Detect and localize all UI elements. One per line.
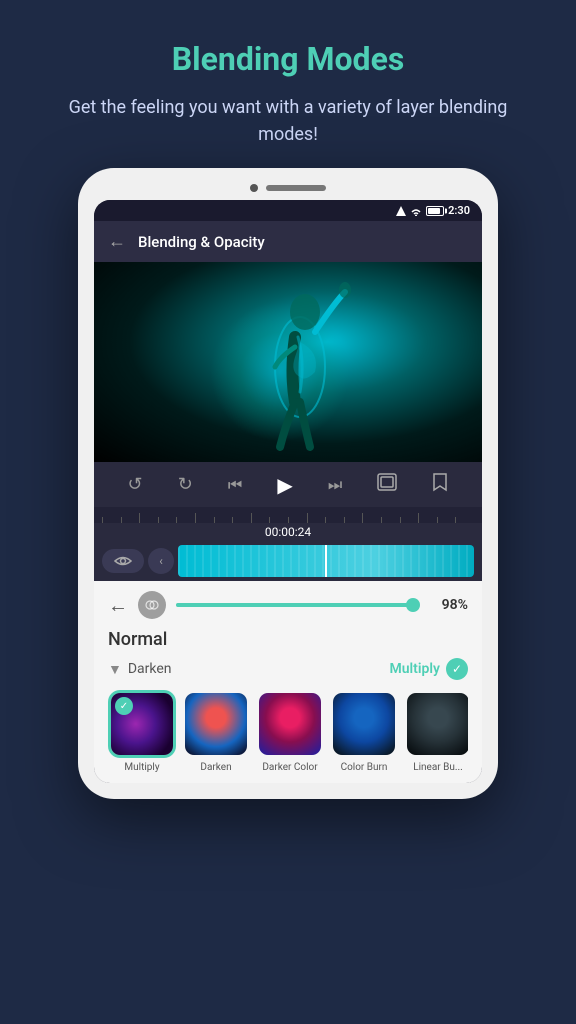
track-chevron[interactable]: ‹ — [148, 548, 174, 574]
track-clip[interactable] — [178, 545, 474, 577]
swatch-darken-img — [182, 690, 250, 758]
redo-button[interactable]: ↻ — [178, 474, 193, 495]
back-button[interactable]: ← — [108, 231, 126, 252]
swatch-darker-color-img — [256, 690, 324, 758]
darken-label: Darken — [128, 661, 172, 677]
eye-icon — [114, 555, 132, 567]
swatch-color-burn-label: Color Burn — [341, 762, 388, 773]
timecode-display: 00:00:24 — [94, 523, 482, 541]
swatch-selected-check: ✓ — [115, 697, 133, 715]
bookmark-button[interactable] — [432, 472, 448, 497]
swatch-linear-burn-img — [404, 690, 468, 758]
blend-mode-icon — [138, 591, 166, 619]
swatch-darken[interactable]: Darken — [182, 690, 250, 773]
skip-back-button[interactable]: ⏮ — [228, 475, 242, 495]
top-bar: ← Blending & Opacity — [94, 221, 482, 262]
timeline-ruler — [94, 507, 482, 523]
phone-notch — [94, 184, 482, 192]
playback-controls: ↺ ↻ ⏮ ▶ ⏭ — [94, 462, 482, 507]
darken-section-header: ▼ Darken Multiply ✓ — [108, 658, 468, 680]
back-to-timeline-button[interactable]: ← — [108, 593, 128, 618]
wifi-icon — [410, 206, 422, 216]
loop-button[interactable] — [377, 473, 397, 496]
swatch-darker-color-label: Darker Color — [262, 762, 317, 773]
page-subtitle: Get the feeling you want with a variety … — [40, 94, 536, 148]
swatch-darken-label: Darken — [200, 762, 231, 773]
swatch-color-burn-img — [330, 690, 398, 758]
camera-dot — [250, 184, 258, 192]
darken-section-label: ▼ Darken — [108, 661, 172, 678]
track-row: ‹ — [94, 541, 482, 581]
swatch-linear-burn[interactable]: Linear Bu... — [404, 690, 468, 773]
page-title: Blending Modes — [40, 40, 536, 78]
video-preview — [94, 262, 482, 462]
selected-mode-indicator: Multiply ✓ — [389, 658, 468, 680]
screen-title: Blending & Opacity — [138, 233, 265, 251]
phone-screen: 2:30 ← Blending & Opacity — [94, 200, 482, 783]
skip-forward-button[interactable]: ⏭ — [328, 475, 342, 495]
status-time: 2:30 — [448, 204, 470, 217]
swatch-color-burn[interactable]: Color Burn — [330, 690, 398, 773]
opacity-value: 98% — [428, 597, 468, 613]
dancer-figure — [240, 282, 360, 452]
layers-icon — [145, 598, 159, 612]
swatch-multiply-label: Multiply — [124, 762, 159, 773]
status-icons: 2:30 — [396, 204, 470, 217]
selected-mode-text: Multiply — [389, 661, 440, 677]
visibility-toggle[interactable] — [102, 549, 144, 573]
swatch-linear-burn-label: Linear Bu... — [413, 762, 463, 773]
phone-mockup: 2:30 ← Blending & Opacity — [78, 168, 498, 799]
loop-icon — [377, 473, 397, 491]
signal-icon — [396, 206, 406, 216]
bookmark-icon — [432, 472, 448, 492]
play-button[interactable]: ▶ — [277, 473, 292, 497]
video-background — [94, 262, 482, 462]
swatch-multiply[interactable]: ✓ Multiply — [108, 690, 176, 773]
undo-button[interactable]: ↺ — [128, 474, 143, 495]
opacity-slider[interactable] — [176, 603, 418, 607]
battery-icon — [426, 206, 444, 216]
current-blend-mode: Normal — [108, 629, 468, 650]
header-section: Blending Modes Get the feeling you want … — [0, 0, 576, 168]
status-bar: 2:30 — [94, 200, 482, 221]
opacity-control-row: ← 98% — [108, 591, 468, 619]
swatch-multiply-img: ✓ — [108, 690, 176, 758]
speaker-bar — [266, 185, 326, 191]
swatch-darker-color[interactable]: Darker Color — [256, 690, 324, 773]
selected-check-icon: ✓ — [446, 658, 468, 680]
blend-swatches-row: ✓ Multiply Darken Darker Color — [108, 690, 468, 773]
ruler-marks — [94, 507, 482, 523]
section-chevron-icon: ▼ — [108, 661, 122, 678]
playhead — [325, 545, 327, 577]
blend-controls: ← 98% Normal ▼ Darken — [94, 581, 482, 783]
